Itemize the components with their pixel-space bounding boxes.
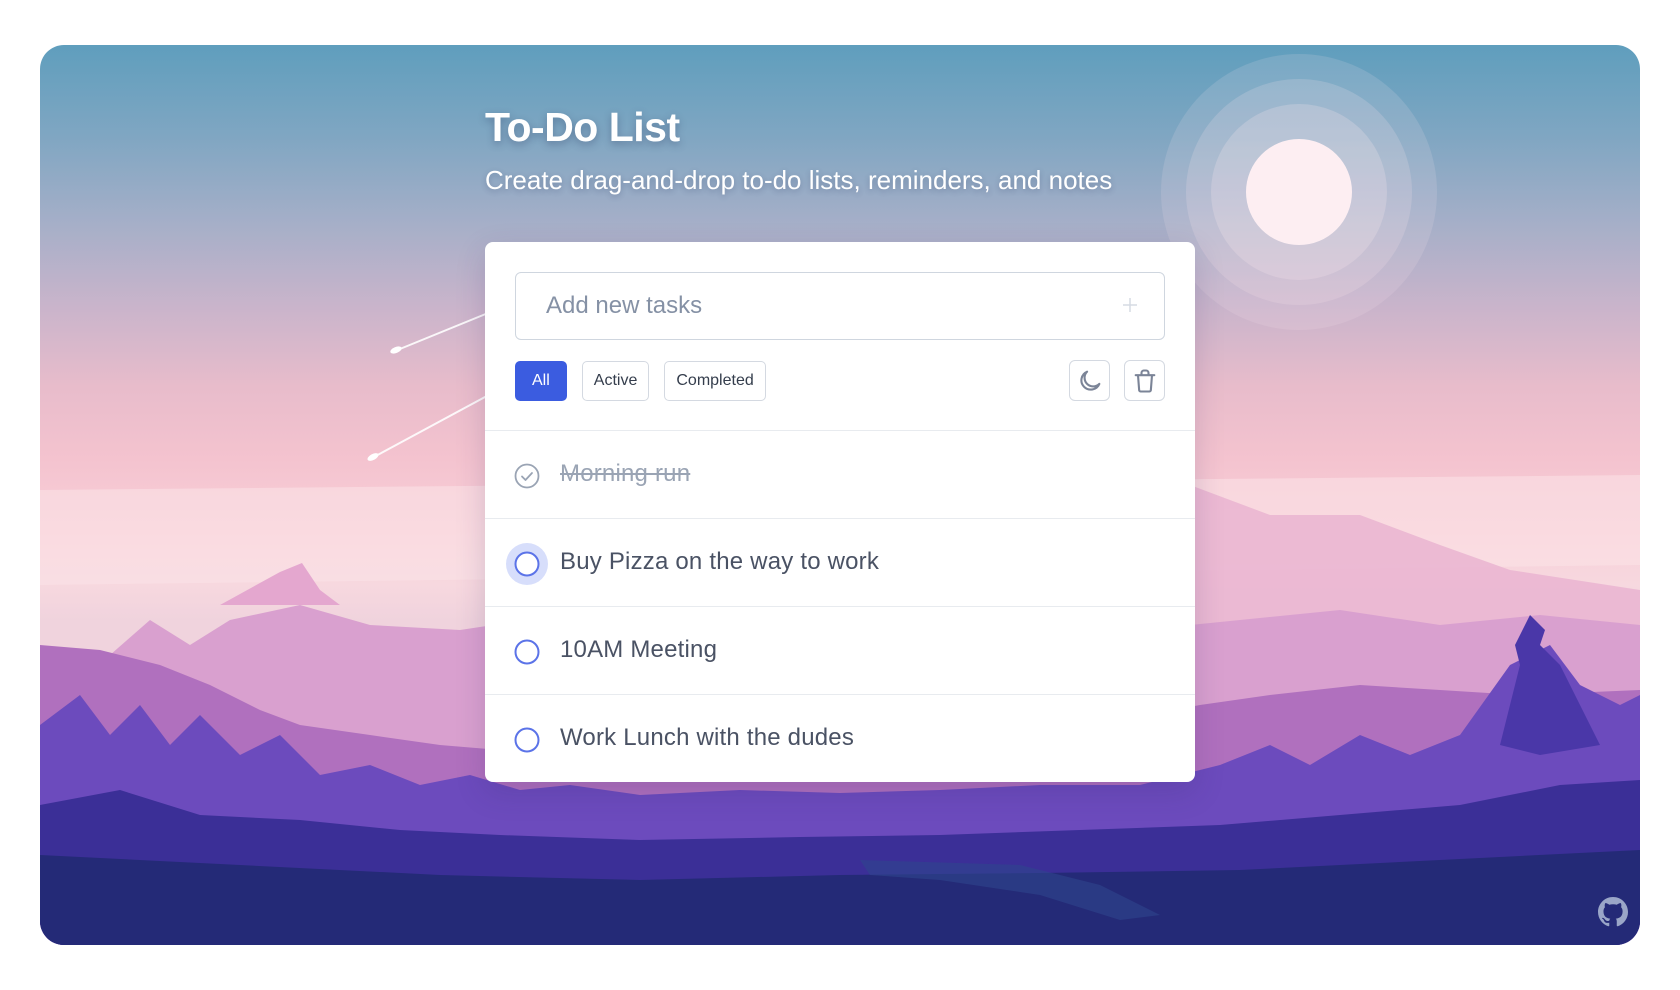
theme-toggle-button[interactable] [1069,360,1110,401]
task-item[interactable]: Buy Pizza on the way to work [485,518,1195,606]
task-text: Work Lunch with the dudes [560,724,855,751]
task-checkbox[interactable] [514,639,540,665]
circle-icon [514,551,540,577]
task-item[interactable]: Morning run [485,430,1195,518]
new-task-input[interactable] [516,273,1164,339]
task-text: 10AM Meeting [560,636,718,663]
todo-card: All Active Completed Morning run [485,242,1195,782]
check-circle-icon [514,463,540,489]
task-checkbox[interactable] [506,543,548,585]
circle-icon [514,727,540,753]
filter-active-button[interactable]: Active [581,361,650,401]
github-link[interactable] [1598,897,1628,927]
github-icon [1598,897,1628,927]
task-text: Buy Pizza on the way to work [560,548,880,575]
plus-icon[interactable] [1122,297,1138,313]
filter-completed-button[interactable]: Completed [664,361,766,401]
moon-icon [1079,370,1100,391]
task-checkbox[interactable] [514,463,540,489]
trash-icon [1134,368,1155,393]
task-input-container [515,272,1165,340]
page-subtitle: Create drag-and-drop to-do lists, remind… [485,165,1113,195]
task-item[interactable]: Work Lunch with the dudes [485,694,1195,782]
filter-group: All Active Completed [515,361,766,401]
filter-all-button[interactable]: All [515,361,567,401]
task-list: Morning run Buy Pizza on the way to work… [485,430,1195,782]
circle-icon [514,639,540,665]
task-item[interactable]: 10AM Meeting [485,606,1195,694]
clear-completed-button[interactable] [1124,360,1165,401]
task-checkbox[interactable] [514,727,540,753]
page-title: To-Do List [485,104,680,150]
task-text: Morning run [560,460,691,487]
